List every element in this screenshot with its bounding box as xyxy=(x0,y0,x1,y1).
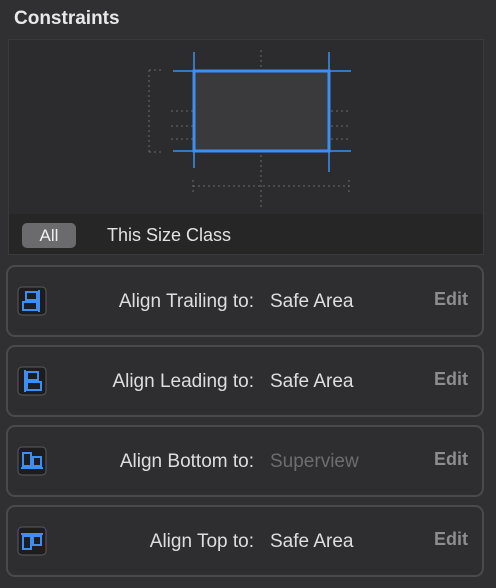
panel-title: Constraints xyxy=(14,8,120,29)
constraint-label: Align Top to: xyxy=(149,531,254,552)
constraint-target: Superview xyxy=(270,451,359,472)
constraint-target: Safe Area xyxy=(270,531,354,552)
align-trailing-icon xyxy=(17,286,47,316)
filter-bar: All This Size Class xyxy=(9,214,483,254)
constraint-row-align-trailing[interactable]: Align Trailing to: Safe Area Edit xyxy=(6,265,484,337)
constraint-row-align-bottom[interactable]: Align Bottom to: Superview Edit xyxy=(6,425,484,497)
constraint-target: Safe Area xyxy=(270,371,354,392)
edit-button[interactable]: Edit xyxy=(434,449,468,470)
constraint-diagram[interactable] xyxy=(9,40,483,214)
edit-button[interactable]: Edit xyxy=(434,369,468,390)
constraint-row-align-top[interactable]: Align Top to: Safe Area Edit xyxy=(6,505,484,577)
constraints-preview: All This Size Class xyxy=(8,39,484,255)
selected-view-rect[interactable] xyxy=(192,69,331,153)
constraint-label: Align Trailing to: xyxy=(118,291,254,312)
constraint-label: Align Leading to: xyxy=(112,371,254,392)
constraints-panel: Constraints All This Size Class Align Tr… xyxy=(0,0,496,588)
constraint-diagram-svg xyxy=(148,50,351,208)
align-leading-icon xyxy=(17,366,47,396)
align-bottom-icon xyxy=(17,446,47,476)
constraint-label: Align Bottom to: xyxy=(119,451,254,472)
constraint-target: Safe Area xyxy=(270,291,354,312)
constraint-row-align-leading[interactable]: Align Leading to: Safe Area Edit xyxy=(6,345,484,417)
align-top-icon xyxy=(17,526,47,556)
edit-button[interactable]: Edit xyxy=(434,289,468,310)
filter-all-button[interactable]: All xyxy=(22,223,76,248)
filter-size-class-button[interactable]: This Size Class xyxy=(107,223,231,248)
edit-button[interactable]: Edit xyxy=(434,529,468,550)
